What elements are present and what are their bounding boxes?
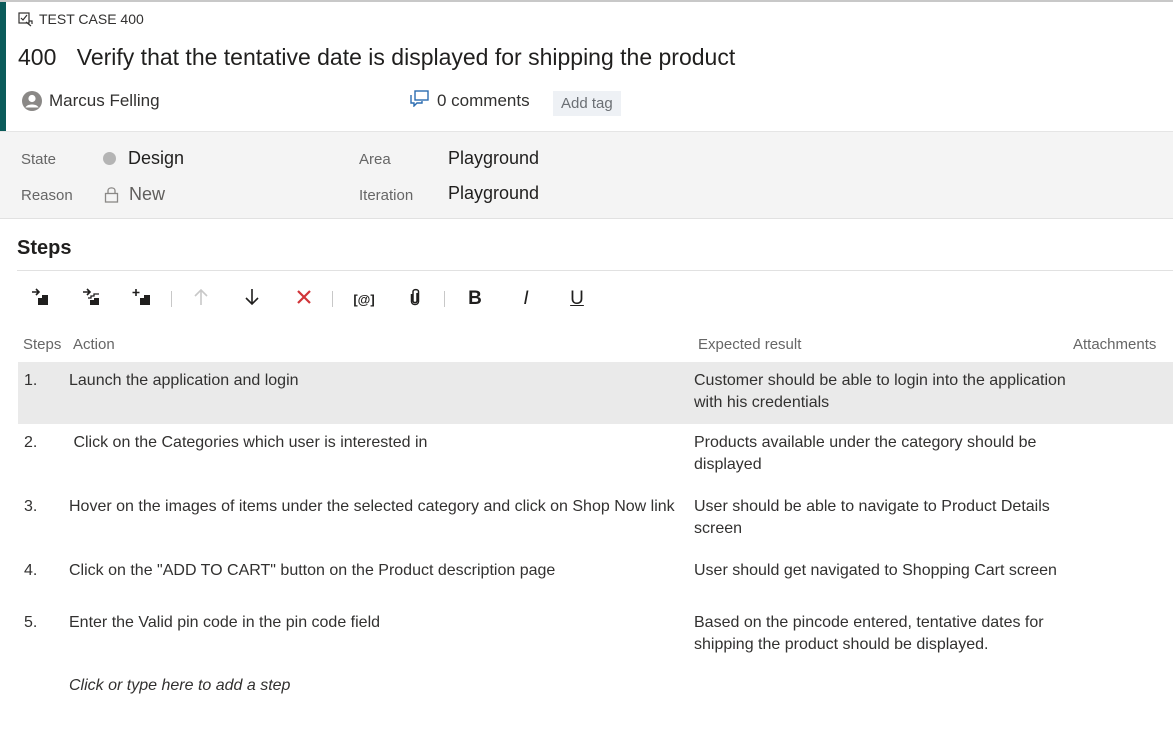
steps-divider xyxy=(17,270,1173,271)
work-item-header: TEST CASE 400 400 Verify that the tentat… xyxy=(0,2,1173,131)
step-action[interactable]: Launch the application and login xyxy=(69,370,689,392)
insert-shared-steps-button[interactable] xyxy=(77,286,105,312)
column-header-action: Action xyxy=(73,336,115,353)
step-expected-result[interactable]: Based on the pincode entered, tentative … xyxy=(694,612,1074,656)
add-tag-button[interactable]: Add tag xyxy=(553,91,621,116)
delete-step-button[interactable] xyxy=(290,286,318,312)
insert-parameter-icon: [@] xyxy=(353,291,375,307)
step-row[interactable]: 5. Enter the Valid pin code in the pin c… xyxy=(18,604,1173,666)
step-number: 3. xyxy=(24,498,38,515)
state-field[interactable]: Design xyxy=(103,148,184,169)
work-item-type-label: TEST CASE 400 xyxy=(39,11,144,27)
toolbar-separator xyxy=(444,291,445,307)
work-item-type: TEST CASE 400 xyxy=(18,11,144,27)
toolbar-separator xyxy=(171,291,172,307)
column-header-expected-result: Expected result xyxy=(698,336,802,353)
work-item-title[interactable]: 400 Verify that the tentative date is di… xyxy=(18,44,735,71)
step-action[interactable]: Enter the Valid pin code in the pin code… xyxy=(69,612,689,634)
insert-step-icon xyxy=(30,287,50,311)
area-label: Area xyxy=(359,151,391,168)
steps-section-title: Steps xyxy=(17,237,72,259)
attachment-icon xyxy=(409,288,421,311)
underline-button[interactable]: U xyxy=(563,286,591,312)
add-step-placeholder[interactable]: Click or type here to add a step xyxy=(69,677,290,695)
create-shared-steps-button[interactable] xyxy=(128,286,156,312)
reason-label: Reason xyxy=(21,187,73,204)
create-shared-steps-icon xyxy=(132,288,152,311)
move-up-icon xyxy=(193,288,209,311)
step-row[interactable]: 4. Click on the "ADD TO CART" button on … xyxy=(18,552,1173,604)
reason-field: New xyxy=(104,184,165,205)
iteration-value: Playground xyxy=(448,183,540,203)
move-down-icon xyxy=(244,288,260,311)
state-dot-icon xyxy=(103,152,116,165)
area-value: Playground xyxy=(448,148,540,168)
step-expected-result[interactable]: User should get navigated to Shopping Ca… xyxy=(694,560,1074,582)
comments-count: 0 comments xyxy=(437,91,530,110)
step-expected-result[interactable]: User should be able to navigate to Produ… xyxy=(694,496,1074,540)
step-number: 4. xyxy=(24,562,38,579)
state-label: State xyxy=(21,151,57,168)
work-item-fields: State Design Reason New Area Playground … xyxy=(0,131,1173,219)
step-row[interactable]: 1. Launch the application and login Cust… xyxy=(18,362,1173,424)
step-number: 2. xyxy=(24,434,38,451)
work-item-type-accent-bar xyxy=(0,2,6,131)
step-action[interactable]: Hover on the images of items under the s… xyxy=(69,496,689,518)
reason-value: New xyxy=(129,184,166,204)
step-row[interactable]: 3. Hover on the images of items under th… xyxy=(18,488,1173,552)
lock-icon xyxy=(104,186,119,203)
step-action[interactable]: Click on the Categories which user is in… xyxy=(69,432,689,454)
step-number: 1. xyxy=(24,372,38,389)
step-number: 5. xyxy=(24,614,38,631)
state-value: Design xyxy=(128,148,185,168)
comments-link[interactable]: 0 comments xyxy=(410,90,530,112)
move-step-down-button[interactable] xyxy=(238,286,266,312)
area-field[interactable]: Playground xyxy=(448,148,539,169)
comment-icon xyxy=(410,90,429,112)
insert-parameter-button[interactable]: [@] xyxy=(350,286,378,312)
work-item-title-text[interactable]: Verify that the tentative date is displa… xyxy=(77,44,735,70)
assignee-name: Marcus Felling xyxy=(49,91,160,110)
column-header-attachments: Attachments xyxy=(1073,336,1157,353)
bold-button[interactable]: B xyxy=(461,286,489,312)
test-case-icon xyxy=(18,11,33,27)
iteration-label: Iteration xyxy=(359,187,414,204)
user-avatar-icon xyxy=(21,90,43,112)
toolbar-separator xyxy=(332,291,333,307)
work-item-id: 400 xyxy=(18,44,57,70)
insert-step-button[interactable] xyxy=(26,286,54,312)
delete-step-icon xyxy=(296,289,312,310)
move-step-up-button[interactable] xyxy=(187,286,215,312)
column-header-steps: Steps xyxy=(23,336,62,353)
attach-file-button[interactable] xyxy=(401,286,429,312)
steps-toolbar: [@] B I U xyxy=(26,286,626,312)
insert-shared-steps-icon xyxy=(81,287,101,311)
assignee-picker[interactable]: Marcus Felling xyxy=(21,90,160,112)
step-action[interactable]: Click on the "ADD TO CART" button on the… xyxy=(69,560,689,582)
work-item-meta: Marcus Felling 0 comments Add tag xyxy=(21,90,721,116)
italic-button[interactable]: I xyxy=(512,286,540,312)
step-expected-result[interactable]: Customer should be able to login into th… xyxy=(694,370,1074,414)
iteration-field[interactable]: Playground xyxy=(448,183,539,204)
step-row[interactable]: 2. Click on the Categories which user is… xyxy=(18,424,1173,488)
step-expected-result[interactable]: Products available under the category sh… xyxy=(694,432,1074,476)
